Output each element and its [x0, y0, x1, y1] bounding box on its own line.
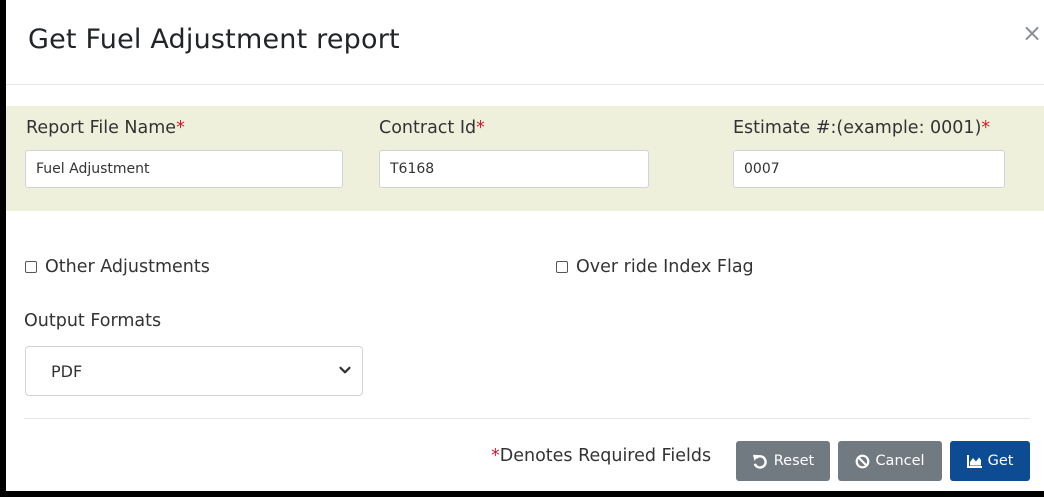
required-asterisk: *: [491, 446, 500, 466]
required-asterisk: *: [981, 118, 991, 138]
required-asterisk: *: [176, 118, 185, 138]
output-format-select[interactable]: PDF: [25, 346, 363, 396]
required-asterisk: *: [476, 118, 485, 138]
get-button[interactable]: Get: [950, 441, 1030, 481]
estimate-label: Estimate #:(example: 0001)*: [733, 118, 991, 138]
footer-divider: [24, 418, 1030, 419]
fuel-adjustment-dialog: Get Fuel Adjustment report × Report File…: [0, 0, 1044, 497]
chart-area-icon: [966, 455, 982, 468]
contract-id-input[interactable]: [379, 150, 649, 188]
other-adjustments-label: Other Adjustments: [45, 257, 210, 277]
estimate-input[interactable]: [733, 150, 1005, 188]
override-index-flag-option[interactable]: Over ride Index Flag: [556, 257, 754, 277]
cancel-label: Cancel: [875, 453, 925, 469]
report-file-name-input[interactable]: [25, 150, 343, 188]
undo-icon: [752, 454, 767, 469]
override-index-flag-checkbox[interactable]: [556, 261, 568, 273]
report-file-name-label: Report File Name*: [26, 118, 185, 138]
required-fields-section: Report File Name* Contract Id* Estimate …: [6, 106, 1044, 211]
cancel-button[interactable]: Cancel: [838, 441, 942, 481]
override-index-flag-label: Over ride Index Flag: [576, 257, 754, 277]
contract-id-label: Contract Id*: [379, 118, 485, 138]
reset-label: Reset: [773, 453, 815, 469]
chevron-down-icon: [339, 366, 351, 374]
reset-button[interactable]: Reset: [736, 441, 830, 481]
other-adjustments-option[interactable]: Other Adjustments: [25, 257, 210, 277]
output-format-value: PDF: [51, 362, 83, 381]
output-formats-label: Output Formats: [24, 311, 162, 331]
close-icon[interactable]: ×: [1022, 18, 1042, 48]
required-fields-note: *Denotes Required Fields: [491, 446, 712, 466]
dialog-title: Get Fuel Adjustment report: [28, 24, 400, 55]
dialog-header: Get Fuel Adjustment report ×: [6, 0, 1044, 85]
ban-icon: [856, 454, 870, 468]
other-adjustments-checkbox[interactable]: [25, 261, 37, 273]
get-label: Get: [987, 453, 1014, 469]
